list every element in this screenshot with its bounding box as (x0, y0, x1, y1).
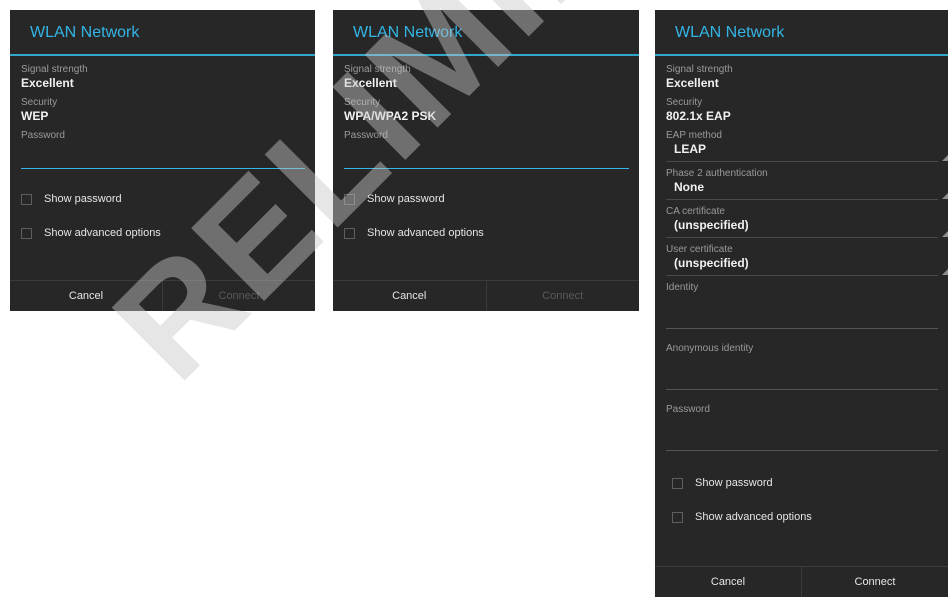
dialog-title: WLAN Network (10, 10, 315, 56)
user-certificate-value: (unspecified) (674, 256, 749, 270)
eap-method-value: LEAP (674, 142, 707, 156)
eap-method-label: EAP method (666, 130, 722, 141)
signal-strength-value: Excellent (21, 76, 74, 90)
show-advanced-checkbox[interactable] (344, 227, 355, 239)
security-label: Security (344, 97, 381, 108)
security-label: Security (666, 97, 703, 108)
show-password-option[interactable]: Show password (344, 187, 629, 211)
eap-method-spinner[interactable]: LEAP (666, 142, 948, 162)
cancel-button[interactable]: Cancel (10, 281, 162, 311)
wlan-dialog-eap: WLAN Network Signal strength Excellent S… (655, 10, 948, 597)
ca-certificate-spinner[interactable]: (unspecified) (666, 218, 948, 238)
show-advanced-label: Show advanced options (44, 227, 161, 239)
show-password-label: Show password (695, 477, 773, 489)
password-input[interactable] (344, 142, 629, 169)
anonymous-identity-label: Anonymous identity (666, 343, 754, 354)
show-advanced-option[interactable]: Show advanced options (21, 221, 305, 245)
cancel-button[interactable]: Cancel (655, 567, 801, 597)
identity-input[interactable] (666, 294, 938, 329)
show-password-checkbox[interactable] (672, 477, 683, 489)
connect-button[interactable]: Connect (162, 281, 315, 311)
security-label: Security (21, 97, 58, 108)
ca-certificate-label: CA certificate (666, 206, 725, 217)
signal-strength-label: Signal strength (344, 64, 411, 75)
user-certificate-label: User certificate (666, 244, 733, 255)
dialog-title: WLAN Network (333, 10, 639, 56)
dialog-title: WLAN Network (655, 10, 948, 56)
anonymous-identity-input[interactable] (666, 355, 938, 390)
connect-button[interactable]: Connect (801, 567, 948, 597)
phase2-value: None (674, 180, 704, 194)
password-label: Password (666, 404, 710, 415)
show-password-checkbox[interactable] (21, 193, 32, 205)
show-password-option[interactable]: Show password (21, 187, 305, 211)
dropdown-corner-icon (942, 193, 948, 199)
identity-label: Identity (666, 282, 699, 293)
show-password-checkbox[interactable] (344, 193, 355, 205)
connect-button[interactable]: Connect (485, 281, 640, 311)
user-certificate-spinner[interactable]: (unspecified) (666, 256, 948, 276)
show-advanced-checkbox[interactable] (672, 511, 683, 523)
phase2-label: Phase 2 authentication (666, 168, 768, 179)
show-password-label: Show password (44, 193, 122, 205)
dropdown-corner-icon (942, 155, 948, 161)
password-input[interactable] (666, 416, 938, 451)
show-password-label: Show password (367, 193, 445, 205)
dropdown-corner-icon (942, 269, 948, 275)
security-value: 802.1x EAP (666, 109, 731, 123)
password-label: Password (344, 130, 388, 141)
show-password-option[interactable]: Show password (666, 471, 938, 495)
show-advanced-option[interactable]: Show advanced options (344, 221, 629, 245)
ca-certificate-value: (unspecified) (674, 218, 749, 232)
password-label: Password (21, 130, 65, 141)
dropdown-corner-icon (942, 231, 948, 237)
signal-strength-value: Excellent (344, 76, 397, 90)
signal-strength-label: Signal strength (21, 64, 88, 75)
security-value: WEP (21, 109, 49, 123)
phase2-spinner[interactable]: None (666, 180, 948, 200)
show-advanced-label: Show advanced options (367, 227, 484, 239)
cancel-button[interactable]: Cancel (333, 281, 486, 311)
password-input[interactable] (21, 142, 305, 169)
signal-strength-label: Signal strength (666, 64, 733, 75)
signal-strength-value: Excellent (666, 76, 719, 90)
security-value: WPA/WPA2 PSK (344, 109, 437, 123)
show-advanced-option[interactable]: Show advanced options (666, 505, 938, 529)
wlan-dialog-wep: WLAN Network Signal strength Excellent S… (10, 10, 315, 311)
show-advanced-label: Show advanced options (695, 511, 812, 523)
show-advanced-checkbox[interactable] (21, 227, 32, 239)
wlan-dialog-wpa: WLAN Network Signal strength Excellent S… (333, 10, 639, 311)
